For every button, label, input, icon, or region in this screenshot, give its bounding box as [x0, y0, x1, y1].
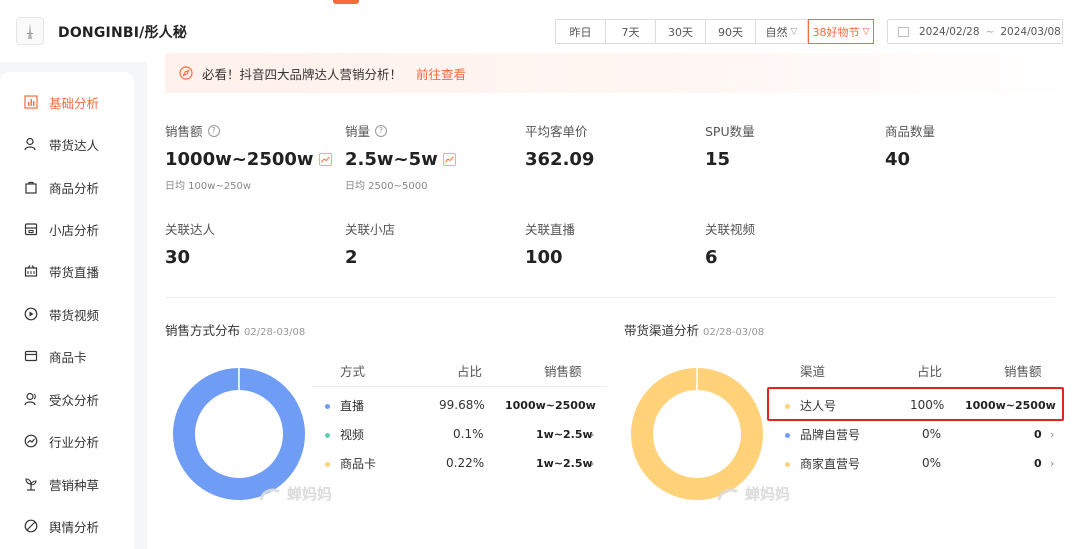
- metric-sales-amount: 销售额? 1000w~2500w 日均 100w~250w: [165, 121, 332, 192]
- metric-related-lives: 关联直播 100: [525, 222, 576, 268]
- audience-icon: [24, 392, 38, 406]
- sidebar-item-product-analysis[interactable]: 商品分析: [24, 177, 99, 197]
- highlight-box: [767, 387, 1064, 421]
- range-30-days[interactable]: 30天: [656, 20, 706, 43]
- active-tab-indicator: [333, 0, 359, 4]
- trend-icon: [24, 434, 38, 448]
- chevron-right-icon[interactable]: ›: [590, 457, 594, 470]
- sidebar-item-marketing[interactable]: 营销种草: [24, 474, 99, 494]
- sales-method-donut: [173, 368, 305, 500]
- help-icon[interactable]: ?: [207, 124, 220, 137]
- metric-avg-price: 平均客单价 362.09: [525, 124, 595, 170]
- table-row[interactable]: 商品卡 0.22% 1w~2.5w ›: [312, 452, 607, 474]
- sidebar-item-influencers[interactable]: 带货达人: [24, 134, 99, 154]
- chevron-down-icon: ▽: [790, 26, 798, 37]
- help-icon[interactable]: ?: [375, 124, 388, 137]
- play-icon: [24, 307, 38, 321]
- notice-banner: 必看！抖音四大品牌达人营销分析！ 前往查看: [165, 53, 1080, 93]
- section-divider: [165, 297, 1055, 298]
- sidebar-item-sentiment[interactable]: 舆情分析: [24, 516, 99, 536]
- date-start: 2024/02/28: [919, 25, 980, 38]
- legend-dot: [325, 432, 330, 438]
- watermark-logo-icon: [259, 488, 280, 500]
- watermark-logo-icon: [717, 488, 738, 500]
- trend-chart-icon[interactable]: [442, 153, 456, 166]
- sidebar-item-video[interactable]: 带货视频: [24, 304, 99, 324]
- watermark: 蝉妈妈: [717, 483, 790, 504]
- main-content: 必看！抖音四大品牌达人营销分析！ 前往查看 销售额? 1000w~2500w 日…: [147, 53, 1080, 549]
- store-icon: [24, 222, 38, 236]
- brand-logo: [16, 17, 44, 45]
- donut-slice-0[interactable]: [173, 368, 305, 500]
- festival-dropdown[interactable]: 38好物节 ▽: [808, 19, 874, 44]
- sidebar-item-audience[interactable]: 受众分析: [24, 389, 99, 409]
- sidebar-item-shop-analysis[interactable]: 小店分析: [24, 219, 99, 239]
- calendar-icon: [898, 26, 909, 37]
- sales-method-title: 销售方式分布 02/28-03/08: [165, 323, 306, 338]
- date-range-selector: 昨日 7天 30天 90天 自然 ▽ 38好物节 ▽: [555, 19, 874, 44]
- chevron-right-icon[interactable]: ›: [590, 428, 594, 441]
- table-row[interactable]: 视频 0.1% 1w~2.5w ›: [312, 423, 607, 445]
- metric-product-count: 商品数量 40: [885, 124, 936, 170]
- sprout-icon: [24, 477, 38, 491]
- sidebar-item-live[interactable]: 带货直播: [24, 261, 99, 281]
- legend-dot: [325, 403, 330, 409]
- notice-link[interactable]: 前往查看: [416, 64, 466, 83]
- channel-donut: [631, 368, 763, 500]
- card-icon: [24, 349, 38, 363]
- sidebar-item-industry[interactable]: 行业分析: [24, 431, 99, 451]
- range-7-days[interactable]: 7天: [606, 20, 656, 43]
- chevron-right-icon[interactable]: ›: [1050, 428, 1054, 441]
- legend-dot: [325, 461, 330, 467]
- sentiment-icon: [24, 519, 38, 533]
- natural-dropdown[interactable]: 自然 ▽: [756, 20, 808, 43]
- user-icon: [24, 137, 38, 151]
- channel-title: 带货渠道分析 02/28-03/08: [624, 323, 765, 338]
- metric-related-influencers: 关联达人 30: [165, 222, 216, 268]
- notice-text: 必看！抖音四大品牌达人营销分析！: [202, 66, 403, 82]
- bar-chart-icon: [24, 95, 38, 109]
- legend-dot: [785, 432, 790, 438]
- sidebar-item-product-card[interactable]: 商品卡: [24, 346, 87, 366]
- date-end: 2024/03/08: [1000, 25, 1061, 38]
- compass-icon: [179, 66, 193, 80]
- table-row[interactable]: 品牌自营号 0% 0 ›: [769, 423, 1064, 445]
- chevron-down-icon: ▽: [862, 26, 870, 37]
- legend-dot: [785, 461, 790, 467]
- range-yesterday[interactable]: 昨日: [556, 20, 606, 43]
- live-icon: [24, 264, 38, 278]
- metric-related-shops: 关联小店 2: [345, 222, 396, 268]
- sales-method-table: 方式 占比 销售额 直播 99.68% 1000w~2500w › 视频 0.1…: [312, 353, 607, 483]
- date-picker[interactable]: 2024/02/28 ~ 2024/03/08: [887, 19, 1063, 44]
- metric-spu-count: SPU数量 15: [705, 124, 755, 170]
- table-row[interactable]: 直播 99.68% 1000w~2500w ›: [312, 394, 607, 416]
- shopping-bag-icon: [24, 180, 38, 194]
- brand-name: DONGINBI/彤人秘: [58, 25, 188, 41]
- metric-sales-volume: 销量? 2.5w~5w 日均 2500~5000: [345, 121, 456, 192]
- sidebar: 基础分析 带货达人 商品分析 小店分析 带货直播 带货视频 商品卡 受众分析 行…: [0, 72, 134, 549]
- watermark: 蝉妈妈: [259, 483, 332, 504]
- tower-icon: [27, 23, 33, 39]
- donut-slice-0[interactable]: [631, 368, 763, 500]
- date-separator: ~: [985, 25, 995, 38]
- table-row[interactable]: 商家直营号 0% 0 ›: [769, 452, 1064, 474]
- sidebar-item-basic-analysis[interactable]: 基础分析: [24, 92, 99, 112]
- chevron-right-icon[interactable]: ›: [1050, 457, 1054, 470]
- trend-chart-icon[interactable]: [318, 153, 332, 166]
- metric-related-videos: 关联视频 6: [705, 222, 756, 268]
- range-90-days[interactable]: 90天: [706, 20, 756, 43]
- chevron-right-icon[interactable]: ›: [590, 399, 594, 412]
